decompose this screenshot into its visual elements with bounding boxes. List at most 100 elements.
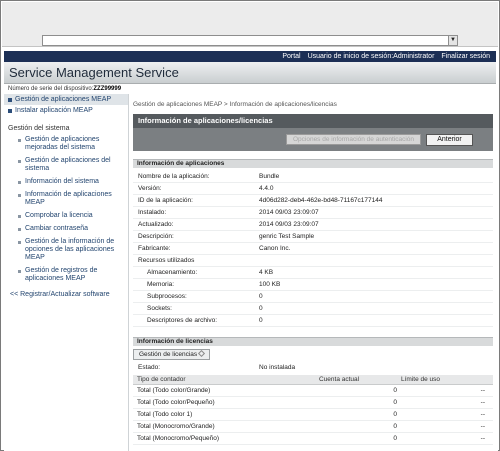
sidebar-item-enhanced-system-apps[interactable]: Gestión de aplicaciones mejoradas del si… — [4, 134, 128, 155]
table-header: Tipo de contador Cuenta actual Límite de… — [133, 375, 493, 385]
tab-label: Gestión de licencias — [139, 351, 198, 358]
row-value: 100 KB — [259, 281, 281, 288]
sidebar-item-system-info[interactable]: Información del sistema — [4, 176, 128, 189]
bullet-icon — [18, 270, 21, 273]
row-label: Actualizado: — [138, 221, 174, 228]
sidebar-item-meap-options[interactable]: Gestión de la información de opciones de… — [4, 236, 128, 265]
row-value: 4.4.0 — [259, 185, 274, 192]
bullet-icon — [18, 181, 21, 184]
cell-type: Total (Monocromo/Pequeño) — [137, 435, 220, 442]
column-header-usage-limit: Límite de uso — [401, 376, 441, 383]
row-value: 0 — [259, 317, 263, 324]
cell-type: Total (Todo color/Pequeño) — [137, 399, 215, 406]
back-button[interactable]: Anterior — [426, 134, 473, 146]
row-value: 2014 09/03 23:09:07 — [259, 209, 319, 216]
sidebar-item-meap-info[interactable]: Información de aplicaciones MEAP — [4, 189, 128, 210]
main-content: Gestión de aplicaciones MEAP > Informaci… — [129, 94, 498, 451]
sidebar-item-install-meap[interactable]: Instalar aplicación MEAP — [4, 105, 128, 116]
bullet-icon — [18, 228, 21, 231]
sidebar-item-label: Cambiar contraseña — [25, 225, 89, 232]
table-row: Total (Todo color 1) 0 -- — [133, 409, 493, 421]
sidebar-item-meap-management[interactable]: Gestión de aplicaciones MEAP — [4, 94, 128, 105]
row-value: 2014 09/03 23:09:07 — [259, 221, 319, 228]
table-row: Total (Todo color/Pequeño) 0 -- — [133, 397, 493, 409]
bullet-icon — [8, 109, 12, 113]
sidebar-item-label: Instalar aplicación MEAP — [15, 107, 93, 114]
row-value: Bundle — [259, 173, 280, 180]
cell-count: 0 — [393, 411, 397, 418]
row-value: Canon Inc. — [259, 245, 291, 252]
cell-type: Total (Monocromo/Grande) — [137, 423, 215, 430]
sidebar-item-meap-logs[interactable]: Gestión de registros de aplicaciones MEA… — [4, 265, 128, 286]
top-navigation: Portal Usuario de inicio de sesión:Admin… — [4, 51, 496, 62]
login-user-label: Usuario de inicio de sesión:Administrato… — [307, 53, 435, 60]
sidebar-item-label: Comprobar la licencia — [25, 212, 93, 219]
resource-row: Memoria: 100 KB — [133, 279, 493, 291]
register-update-software-link[interactable]: << Registrar/Actualizar software — [4, 286, 128, 298]
action-bar: Opciones de información de autenticación… — [133, 128, 493, 151]
app-info-row: Descripción: genric Test Sample — [133, 231, 493, 243]
column-header-counter-type: Tipo de contador — [137, 376, 186, 383]
status-value: No instalada — [259, 364, 296, 371]
cell-limit: -- — [480, 387, 485, 394]
browser-toolbar: ▼ — [2, 2, 498, 47]
cell-count: 0 — [393, 435, 397, 442]
serial-value: ZZZ99999 — [93, 86, 122, 92]
row-label: Descripción: — [138, 233, 174, 240]
sidebar: Gestión de aplicaciones MEAP Instalar ap… — [4, 94, 129, 451]
sidebar-item-label: Gestión de la información de opciones de… — [25, 238, 115, 261]
tab-icon — [198, 349, 206, 358]
row-value: 4d06d282-deb4-462e-bd48-71167c177144 — [259, 197, 383, 204]
sidebar-item-system-apps[interactable]: Gestión de aplicaciones del sistema — [4, 155, 128, 176]
sidebar-item-label: Información del sistema — [25, 178, 99, 185]
app-info-section-header: Información de aplicaciones — [133, 159, 493, 168]
auth-options-button: Opciones de información de autenticación — [286, 134, 421, 145]
bullet-icon — [8, 98, 12, 102]
tab-license-management[interactable]: Gestión de licencias — [133, 349, 211, 360]
row-value: genric Test Sample — [259, 233, 315, 240]
cell-count: 0 — [393, 423, 397, 430]
bullet-icon — [18, 241, 21, 244]
row-label: ID de la aplicación: — [138, 197, 193, 204]
table-row: Total (Monocromo/Grande) 0 -- — [133, 421, 493, 433]
browser-window: ▼ Portal Usuario de inicio de sesión:Adm… — [0, 0, 500, 451]
sidebar-item-label: Gestión de aplicaciones mejoradas del si… — [25, 136, 100, 151]
row-label: Memoria: — [147, 281, 175, 288]
resources-row: Recursos utilizados — [133, 255, 493, 267]
cell-limit: -- — [480, 411, 485, 418]
row-label: Almacenamiento: — [147, 269, 198, 276]
address-dropdown-icon[interactable]: ▼ — [448, 36, 457, 45]
table-row: Total (Monocromo/Pequeño) 0 -- — [133, 433, 493, 445]
app-info-row: Versión: 4.4.0 — [133, 183, 493, 195]
row-value: 0 — [259, 293, 263, 300]
sidebar-item-label: Información de aplicaciones MEAP — [25, 191, 112, 206]
sidebar-item-change-password[interactable]: Cambiar contraseña — [4, 223, 128, 236]
row-value: 0 — [259, 305, 263, 312]
cell-type: Total (Todo color/Grande) — [137, 387, 211, 394]
cell-count: 0 — [393, 387, 397, 394]
app-title: Service Management Service — [9, 65, 179, 80]
serial-number: Número de serie del dispositivo:ZZZ99999 — [4, 85, 129, 94]
resource-row: Subprocesos: 0 — [133, 291, 493, 303]
app-info-row: Actualizado: 2014 09/03 23:09:07 — [133, 219, 493, 231]
license-info-section-header: Información de licencias — [133, 337, 493, 346]
license-status-row: Estado: No instalada — [133, 362, 493, 374]
row-label: Fabricante: — [138, 245, 171, 252]
row-label: Versión: — [138, 185, 162, 192]
portal-link[interactable]: Portal — [282, 53, 300, 60]
page-title: Información de aplicaciones/licencias — [133, 114, 493, 128]
app-info-row: Instalado: 2014 09/03 23:09:07 — [133, 207, 493, 219]
row-label: Descriptores de archivo: — [147, 317, 218, 324]
address-bar[interactable]: ▼ — [42, 35, 458, 46]
sidebar-item-check-license[interactable]: Comprobar la licencia — [4, 210, 128, 223]
bullet-icon — [18, 215, 21, 218]
row-label: Sockets: — [147, 305, 172, 312]
bullet-icon — [18, 139, 21, 142]
sidebar-group-system: Gestión del sistema — [8, 125, 70, 132]
bullet-icon — [18, 160, 21, 163]
sidebar-item-label: Gestión de aplicaciones MEAP — [15, 96, 112, 103]
sidebar-item-label: Gestión de registros de aplicaciones MEA… — [25, 267, 98, 282]
app-info-row: Fabricante: Canon Inc. — [133, 243, 493, 255]
logout-link[interactable]: Finalizar sesión — [441, 53, 490, 60]
status-label: Estado: — [138, 364, 161, 371]
